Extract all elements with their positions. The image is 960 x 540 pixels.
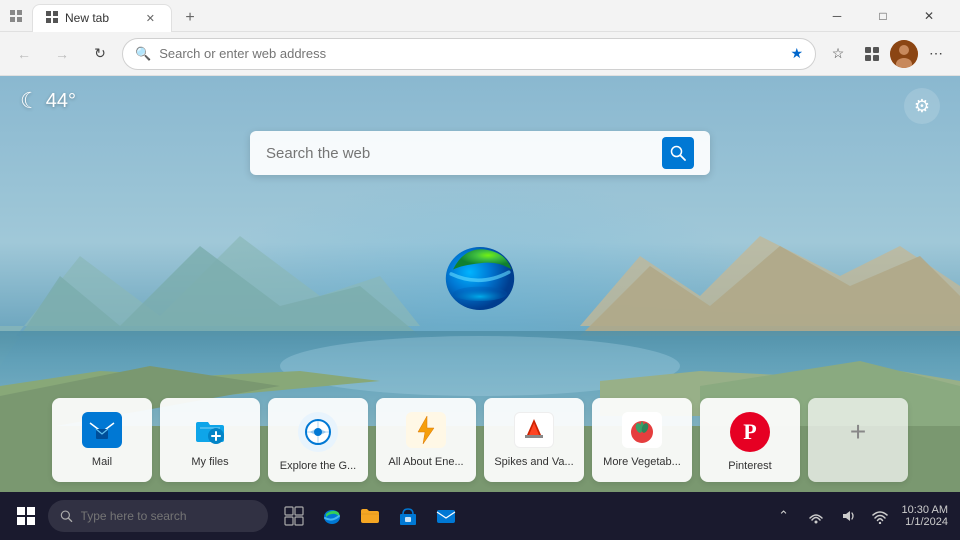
search-container <box>250 131 710 175</box>
system-clock[interactable]: 10:30 AM 1/1/2024 <box>898 504 952 528</box>
navbar: ← → ↻ 🔍 ★ ☆ ⋯ <box>0 32 960 76</box>
tab-close-button[interactable]: ✕ <box>142 10 159 27</box>
energy-icon <box>406 412 446 448</box>
mail-label: Mail <box>60 456 144 468</box>
start-button[interactable] <box>8 498 44 534</box>
titlebar: New tab ✕ + ─ □ ✕ <box>0 0 960 32</box>
taskview-button[interactable] <box>276 498 312 534</box>
more-button[interactable]: ⋯ <box>920 38 952 70</box>
tray-chevron[interactable]: ⌃ <box>770 502 798 530</box>
collections-button[interactable] <box>856 38 888 70</box>
quick-links: Mail My files <box>52 398 908 482</box>
refresh-button[interactable]: ↻ <box>84 38 116 70</box>
weather-icon: ☾ <box>20 88 40 114</box>
explorer-taskbar-button[interactable] <box>352 498 388 534</box>
mail-icon <box>82 412 122 448</box>
vegetable-icon <box>622 412 662 448</box>
mail-taskbar-button[interactable] <box>428 498 464 534</box>
minimize-button[interactable]: ─ <box>814 0 860 32</box>
pinterest-icon: P <box>730 412 770 452</box>
quick-link-mail[interactable]: Mail <box>52 398 152 482</box>
search-box[interactable] <box>250 131 710 175</box>
energy-label: All About Ene... <box>384 456 468 468</box>
back-button[interactable]: ← <box>8 38 40 70</box>
quick-link-energy[interactable]: All About Ene... <box>376 398 476 482</box>
add-icon: + <box>838 412 878 452</box>
weather-temp: 44° <box>46 90 76 113</box>
spikes-icon <box>514 412 554 448</box>
quick-link-explore[interactable]: Explore the G... <box>268 398 368 482</box>
profile-avatar[interactable] <box>890 40 918 68</box>
explore-icon <box>298 412 338 452</box>
address-bar[interactable]: 🔍 ★ <box>122 38 816 70</box>
window-icon <box>8 8 24 24</box>
new-tab-button[interactable]: + <box>176 4 204 32</box>
taskbar: ⌃ 10:30 AM 1/1/2024 <box>0 492 960 540</box>
settings-button[interactable]: ⚙ <box>904 88 940 124</box>
quick-link-myfiles[interactable]: My files <box>160 398 260 482</box>
wifi-icon[interactable] <box>866 502 894 530</box>
tabs-area: New tab ✕ + <box>32 0 423 32</box>
taskbar-search-input[interactable] <box>81 509 256 523</box>
active-tab[interactable]: New tab ✕ <box>32 4 172 32</box>
myfiles-icon <box>190 412 230 448</box>
explore-label: Explore the G... <box>276 460 360 472</box>
pinterest-label: Pinterest <box>708 460 792 472</box>
clock-date: 1/1/2024 <box>905 516 948 528</box>
maximize-button[interactable]: □ <box>860 0 906 32</box>
network-icon[interactable] <box>802 502 830 530</box>
quick-link-vegetable[interactable]: More Vegetab... <box>592 398 692 482</box>
quick-link-pinterest[interactable]: P Pinterest <box>700 398 800 482</box>
address-input[interactable] <box>159 46 782 61</box>
favorite-icon[interactable]: ★ <box>790 45 803 62</box>
taskbar-system-tray: ⌃ 10:30 AM 1/1/2024 <box>770 502 952 530</box>
close-button[interactable]: ✕ <box>906 0 952 32</box>
vegetable-label: More Vegetab... <box>600 456 684 468</box>
quick-link-add[interactable]: + <box>808 398 908 482</box>
search-button[interactable] <box>662 137 694 169</box>
tab-favicon <box>45 10 59 27</box>
myfiles-label: My files <box>168 456 252 468</box>
main-content: ☾ 44° ⚙ <box>0 76 960 492</box>
edge-taskbar-button[interactable] <box>314 498 350 534</box>
window-controls: ─ □ ✕ <box>814 0 952 32</box>
favorites-button[interactable]: ☆ <box>822 38 854 70</box>
weather-widget: ☾ 44° <box>20 88 76 114</box>
taskbar-icons <box>276 498 464 534</box>
store-taskbar-button[interactable] <box>390 498 426 534</box>
spikes-label: Spikes and Va... <box>492 456 576 468</box>
window-icon-area <box>8 8 24 24</box>
navbar-actions: ☆ ⋯ <box>822 38 952 70</box>
search-input[interactable] <box>266 145 652 162</box>
edge-logo <box>435 229 525 319</box>
search-icon: 🔍 <box>135 46 151 62</box>
sound-icon[interactable] <box>834 502 862 530</box>
clock-time: 10:30 AM <box>902 504 948 516</box>
taskbar-search[interactable] <box>48 500 268 532</box>
tab-title: New tab <box>65 11 136 25</box>
forward-button[interactable]: → <box>46 38 78 70</box>
quick-link-spikes[interactable]: Spikes and Va... <box>484 398 584 482</box>
